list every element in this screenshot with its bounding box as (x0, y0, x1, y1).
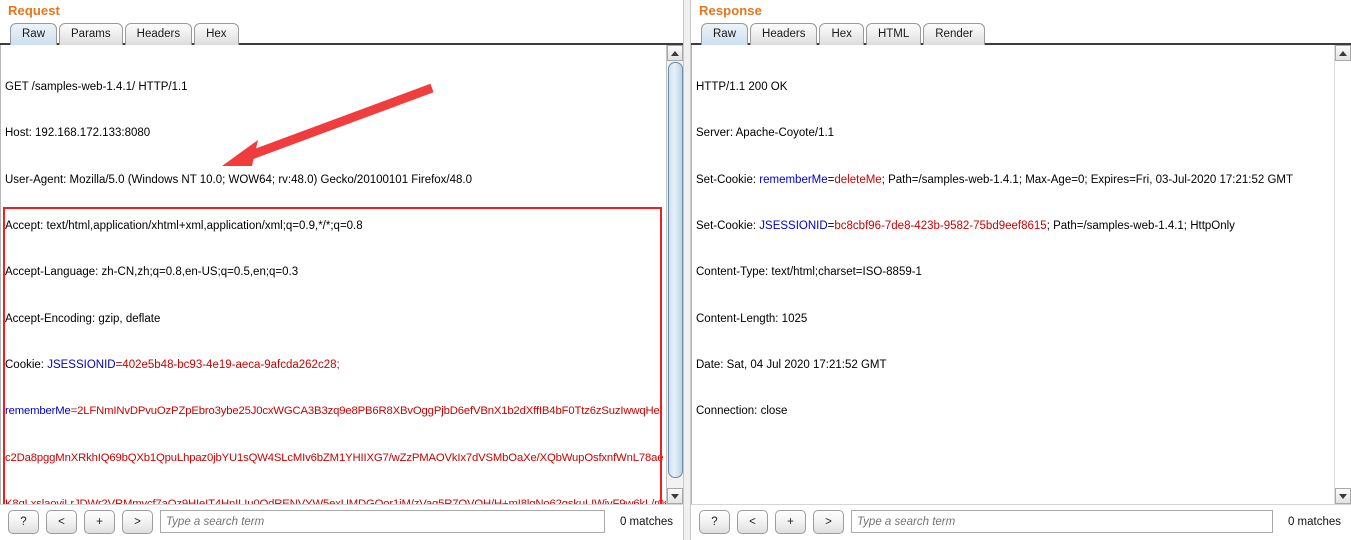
request-tab-params[interactable]: Params (59, 23, 123, 45)
request-search-next-button[interactable]: > (122, 509, 153, 534)
remember-me-chunk: =2LFNmINvDPvuOzPZpEbro3ybe25J0cxWGCA3B3z… (70, 405, 660, 418)
response-header-date: Date: Sat, 04 Jul 2020 17:21:52 GMT (696, 358, 887, 371)
request-search-input[interactable] (160, 510, 605, 533)
request-line: Accept-Language: zh-CN,zh;q=0.8,en-US;q=… (5, 266, 299, 279)
response-message-body[interactable]: HTTP/1.1 200 OK Server: Apache-Coyote/1.… (691, 45, 1351, 504)
response-tabstrip: Raw Headers Hex HTML Render (691, 20, 1351, 45)
request-line: User-Agent: Mozilla/5.0 (Windows NT 10.0… (5, 173, 473, 186)
set-cookie-name: JSESSIONID (759, 219, 828, 232)
response-search-add-button[interactable]: + (775, 509, 806, 534)
remember-me-line: rememberMe=2LFNmINvDPvuOzPZpEbro3ybe25J0… (5, 404, 663, 419)
response-tab-raw[interactable]: Raw (701, 23, 749, 45)
response-search-next-button[interactable]: > (813, 509, 844, 534)
response-header-set-cookie: Set-Cookie: rememberMe=deleteMe; Path=/s… (696, 173, 1332, 188)
cookie-name: JSESSIONID (47, 358, 116, 371)
set-cookie-value: bc8cbf96-7de8-423b-9582-75bd9eef8615 (834, 219, 1047, 232)
response-status-line: HTTP/1.1 200 OK (696, 80, 788, 93)
response-search-bar: ? < + > 0 matches (691, 504, 1351, 538)
request-vertical-scrollbar[interactable] (666, 45, 683, 504)
request-search-prev-button[interactable]: < (46, 509, 77, 534)
response-tab-html[interactable]: HTML (865, 23, 922, 45)
request-line: GET /samples-web-1.4.1/ HTTP/1.1 (5, 80, 188, 93)
response-search-help-button[interactable]: ? (699, 509, 730, 534)
scroll-up-icon[interactable] (1335, 45, 1351, 61)
request-raw-text: GET /samples-web-1.4.1/ HTTP/1.1 Host: 1… (1, 45, 670, 504)
response-header-set-cookie: Set-Cookie: JSESSIONID=bc8cbf96-7de8-423… (696, 219, 1332, 234)
request-line: Accept-Encoding: gzip, deflate (5, 312, 161, 325)
request-panel: Request Raw Params Headers Hex GET /samp… (0, 0, 683, 540)
request-tab-headers[interactable]: Headers (124, 23, 193, 45)
scroll-down-icon[interactable] (1335, 488, 1351, 504)
cookie-value: =402e5b48-bc93-4e19-aeca-9afcda262c28; (115, 358, 340, 371)
response-tab-render[interactable]: Render (923, 23, 985, 45)
request-tab-hex[interactable]: Hex (194, 23, 239, 45)
request-search-help-button[interactable]: ? (8, 509, 39, 534)
response-header-content-length: Content-Length: 1025 (696, 312, 808, 325)
remember-me-line: c2Da8pggMnXRkhIQ69bQXb1QpuLhpaz0jbYU1sQW… (5, 451, 664, 464)
set-cookie-prefix: Set-Cookie: (696, 219, 760, 232)
response-match-count: 0 matches (1287, 515, 1341, 528)
response-tab-headers[interactable]: Headers (750, 23, 818, 45)
response-raw-text: HTTP/1.1 200 OK Server: Apache-Coyote/1.… (692, 45, 1332, 504)
response-title: Response (699, 3, 762, 18)
request-message-body[interactable]: GET /samples-web-1.4.1/ HTTP/1.1 Host: 1… (0, 45, 683, 504)
remember-me-line: K8qLxslaoviLrJDWr2VRMmycf7aOz9HIeIT4HnIL… (5, 498, 670, 504)
request-search-add-button[interactable]: + (84, 509, 115, 534)
scroll-down-icon[interactable] (667, 488, 683, 504)
response-search-prev-button[interactable]: < (737, 509, 768, 534)
request-match-count: 0 matches (619, 515, 673, 528)
set-cookie-value: deleteMe (834, 173, 882, 186)
request-title: Request (8, 3, 60, 18)
request-line: Accept: text/html,application/xhtml+xml,… (5, 219, 363, 232)
cookie-label: Cookie: (5, 358, 48, 371)
request-cookie-line: Cookie: JSESSIONID=402e5b48-bc93-4e19-ae… (5, 358, 663, 373)
scroll-up-icon[interactable] (667, 45, 683, 61)
set-cookie-attrs: ; Path=/samples-web-1.4.1; HttpOnly (1046, 219, 1235, 232)
scrollbar-thumb[interactable] (668, 62, 683, 478)
response-header-content-type: Content-Type: text/html;charset=ISO-8859… (696, 266, 922, 279)
set-cookie-attrs: ; Path=/samples-web-1.4.1; Max-Age=0; Ex… (881, 173, 1294, 186)
response-search-input[interactable] (851, 510, 1273, 533)
response-vertical-scrollbar[interactable] (1334, 45, 1351, 504)
response-panel: Response Raw Headers Hex HTML Render HTT… (691, 0, 1351, 540)
set-cookie-prefix: Set-Cookie: (696, 173, 760, 186)
panel-splitter[interactable] (683, 0, 691, 540)
set-cookie-name: rememberMe (759, 173, 828, 186)
response-tab-hex[interactable]: Hex (819, 23, 864, 45)
request-line: Host: 192.168.172.133:8080 (5, 127, 151, 140)
response-header-connection: Connection: close (696, 405, 788, 418)
remember-me-name: rememberMe (5, 405, 71, 418)
request-search-bar: ? < + > 0 matches (0, 504, 683, 538)
burp-message-viewer: Request Raw Params Headers Hex GET /samp… (0, 0, 1351, 540)
request-tabstrip: Raw Params Headers Hex (0, 20, 683, 45)
request-tab-raw[interactable]: Raw (10, 23, 58, 45)
response-header-server: Server: Apache-Coyote/1.1 (696, 127, 835, 140)
